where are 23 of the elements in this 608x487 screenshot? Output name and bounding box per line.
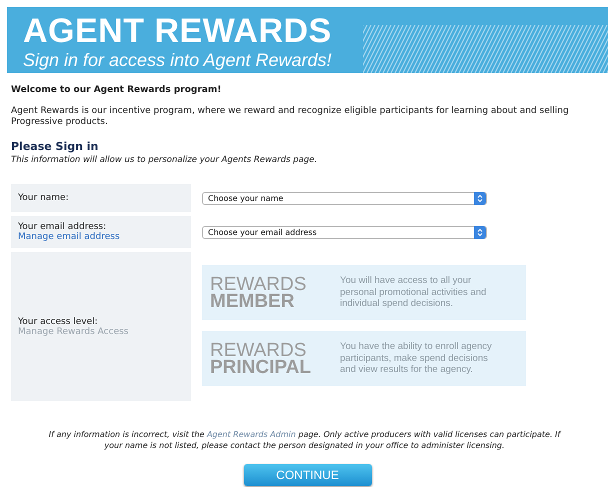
section-subheading: This information will allow us to personalize your Agents Rewards page. bbox=[11, 155, 318, 165]
option-description: You have the ability to enroll agency participants, make spend decisions and view results for the agency. bbox=[340, 341, 493, 376]
option-description: You will have access to all your personal promotional activities and individual spend decisions. bbox=[340, 275, 488, 310]
option-title: REWARDS bbox=[210, 342, 306, 358]
field-label: Your name: bbox=[18, 193, 69, 203]
field-label: Your access level: bbox=[18, 316, 98, 326]
field-label: Your email address: bbox=[18, 222, 106, 232]
stepper-icon bbox=[474, 226, 486, 238]
intro-paragraph: Agent Rewards is our incentive program, where we reward and recognize eligible participants for learning about and selling Progressive products. bbox=[11, 106, 570, 128]
option-title: PRINCIPAL bbox=[210, 358, 311, 376]
option-title: REWARDS bbox=[210, 276, 306, 292]
option-title: MEMBER bbox=[210, 292, 294, 310]
manage-email-link[interactable]: Manage email address bbox=[18, 232, 120, 242]
stepper-icon bbox=[474, 192, 486, 204]
continue-button[interactable]: CONTINUE bbox=[244, 464, 372, 486]
welcome-heading: Welcome to our Agent Rewards program! bbox=[11, 85, 222, 95]
section-heading: Please Sign in bbox=[11, 140, 98, 153]
banner-subtitle: Sign in for access into Agent Rewards! bbox=[23, 50, 332, 71]
admin-link[interactable]: Agent Rewards Admin bbox=[206, 430, 296, 439]
banner-title: AGENT REWARDS bbox=[23, 11, 332, 49]
email-dropdown[interactable]: Choose your email address bbox=[202, 226, 487, 238]
name-dropdown[interactable]: Choose your name bbox=[202, 192, 487, 204]
info-note: If any information is incorrect, visit the Agent Rewards Admin page. Only active producers with valid licenses can participate. If your name is not listed, please contact the person designated in your office to administer licensing. bbox=[48, 429, 562, 451]
